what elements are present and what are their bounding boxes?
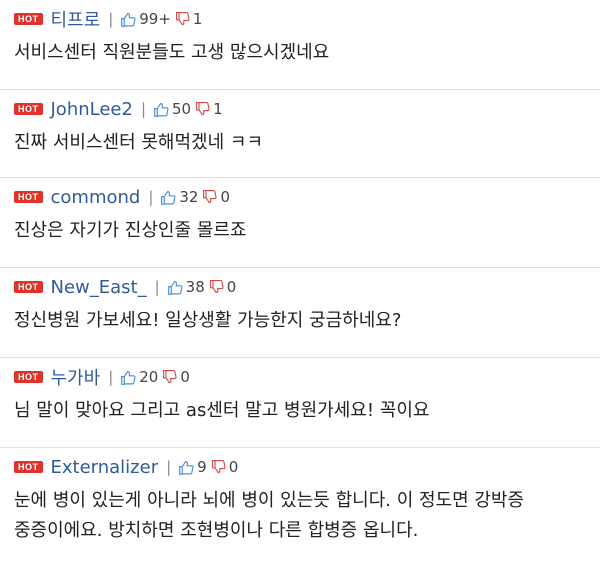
comment-body: 정신병원 가보세요! 일상생활 가능한지 궁금하네요? [14, 302, 600, 346]
thumbs-up-icon [179, 460, 194, 475]
thumbs-up-icon [154, 102, 169, 117]
comment-author[interactable]: JohnLee2 [51, 99, 133, 120]
comment-line: 님 말이 맞아요 그리고 as센터 말고 병원가세요! 꼭이요 [14, 400, 430, 421]
comment-meta: HOT 누가바 | 20 0 [14, 358, 600, 392]
comment-body: 눈에 병이 있는게 아니라 뇌에 병이 있는듯 합니다. 이 정도면 강박증 중… [14, 482, 600, 556]
comment-body: 님 말이 맞아요 그리고 as센터 말고 병원가세요! 꼭이요 [14, 392, 600, 436]
thumbs-up-icon [121, 370, 136, 385]
thumbs-down-icon [211, 460, 226, 474]
separator: | [148, 188, 154, 206]
hot-badge: HOT [14, 13, 43, 25]
dislike-count: 0 [226, 278, 237, 296]
thumbs-down-icon [163, 370, 177, 384]
comment-body: 진상은 자기가 진상인줄 몰르죠 [14, 212, 600, 256]
separator: | [166, 458, 172, 476]
comment-meta: HOT 티프로 | 99+ 1 [14, 0, 600, 34]
like-button[interactable]: 32 [160, 188, 198, 206]
dislike-count: 0 [228, 458, 239, 476]
thumbs-down-icon [175, 12, 190, 26]
like-count: 50 [172, 100, 192, 118]
comment-body: 진짜 서비스센터 못해먹겠네 ㅋㅋ [14, 124, 600, 168]
comment-meta: HOT Externalizer | 9 0 [14, 448, 600, 482]
comment-list: HOT 티프로 | 99+ 1 서비스센터 직원분들도 고생 많으시겠네요 HO… [0, 0, 600, 561]
like-button[interactable]: 99+ [120, 10, 171, 28]
hot-badge: HOT [14, 191, 43, 203]
comment-line: 중증이에요. 방치하면 조현병이나 다른 합병증 옵니다. [14, 520, 419, 541]
comment-item: HOT 티프로 | 99+ 1 서비스센터 직원분들도 고생 많으시겠네요 [0, 0, 600, 90]
dislike-button[interactable]: 0 [162, 368, 190, 386]
hot-badge: HOT [14, 461, 43, 473]
comment-meta: HOT JohnLee2 | 50 1 [14, 90, 600, 124]
separator: | [108, 368, 114, 386]
hot-badge: HOT [14, 281, 43, 293]
like-count: 32 [179, 188, 199, 206]
comment-author[interactable]: New_East_ [51, 277, 147, 298]
comment-author[interactable]: commond [51, 187, 141, 208]
like-button[interactable]: 38 [167, 278, 205, 296]
dislike-button[interactable]: 0 [209, 278, 237, 296]
thumbs-up-icon [121, 12, 136, 27]
like-button[interactable]: 20 [120, 368, 158, 386]
thumbs-down-icon [203, 190, 218, 204]
comment-author[interactable]: Externalizer [51, 457, 159, 478]
dislike-count: 1 [192, 10, 203, 28]
dislike-button[interactable]: 1 [195, 100, 223, 118]
comment-item: HOT Externalizer | 9 0 눈에 병이 있는게 아니라 뇌에 … [0, 448, 600, 561]
like-count: 38 [185, 278, 205, 296]
dislike-button[interactable]: 1 [175, 10, 203, 28]
thumbs-up-icon [161, 190, 176, 205]
like-button[interactable]: 50 [153, 100, 191, 118]
like-count: 20 [139, 368, 159, 386]
hot-badge: HOT [14, 371, 43, 383]
comment-line: 정신병원 가보세요! 일상생활 가능한지 궁금하네요? [14, 310, 402, 331]
comment-body: 서비스센터 직원분들도 고생 많으시겠네요 [14, 34, 600, 78]
hot-badge: HOT [14, 103, 43, 115]
comment-item: HOT JohnLee2 | 50 1 진짜 서비스센터 못해먹겠네 ㅋㅋ [0, 90, 600, 178]
comment-author[interactable]: 티프로 [51, 6, 101, 32]
thumbs-down-icon [196, 102, 210, 116]
comment-meta: HOT commond | 32 0 [14, 178, 600, 212]
comment-author[interactable]: 누가바 [51, 364, 101, 390]
thumbs-down-icon [209, 280, 224, 294]
separator: | [140, 100, 147, 118]
separator: | [108, 10, 114, 28]
comment-line: 진상은 자기가 진상인줄 몰르죠 [14, 220, 247, 241]
dislike-button[interactable]: 0 [211, 458, 239, 476]
comment-meta: HOT New_East_ | 38 0 [14, 268, 600, 302]
like-button[interactable]: 9 [178, 458, 207, 476]
like-count: 99+ [139, 10, 171, 28]
comment-item: HOT New_East_ | 38 0 정신병원 가보세요! 일상생활 가능한… [0, 268, 600, 358]
dislike-button[interactable]: 0 [202, 188, 230, 206]
comment-line: 서비스센터 직원분들도 고생 많으시겠네요 [14, 42, 330, 63]
dislike-count: 0 [180, 368, 190, 386]
dislike-count: 1 [213, 100, 223, 118]
like-count: 9 [197, 458, 207, 476]
comment-item: HOT 누가바 | 20 0 님 말이 맞아요 그리고 as센터 말고 병원가세… [0, 358, 600, 448]
thumbs-up-icon [167, 280, 183, 295]
separator: | [154, 278, 160, 296]
comment-line: 진짜 서비스센터 못해먹겠네 ㅋㅋ [14, 132, 264, 153]
comment-item: HOT commond | 32 0 진상은 자기가 진상인줄 몰르죠 [0, 178, 600, 268]
dislike-count: 0 [220, 188, 231, 206]
comment-line: 눈에 병이 있는게 아니라 뇌에 병이 있는듯 합니다. 이 정도면 강박증 [14, 490, 525, 511]
